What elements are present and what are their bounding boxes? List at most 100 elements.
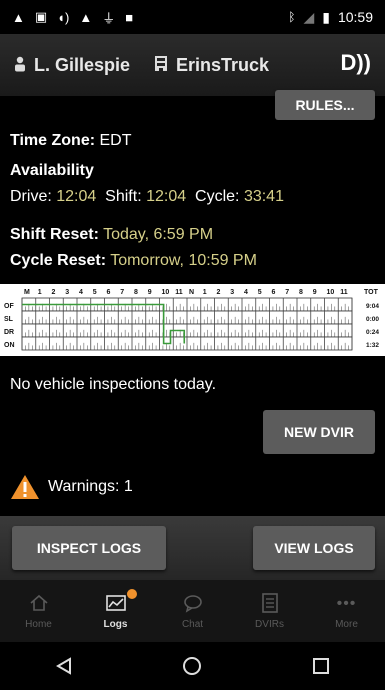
back-button[interactable] [44, 646, 84, 686]
row-label: SL [4, 316, 14, 323]
cycle-value: 33:41 [243, 188, 284, 205]
sound-icon: ◖) [57, 9, 70, 25]
nav-dvirs[interactable]: DVIRs [235, 592, 305, 630]
logs-badge [126, 588, 137, 599]
hour-label: N [189, 289, 194, 296]
hour-label: 2 [52, 289, 56, 296]
main-content: RULES... Time Zone: EDT Availability Dri… [0, 90, 385, 574]
rules-button[interactable]: RULES... [275, 90, 375, 120]
nav-home-label: Home [25, 618, 52, 630]
row-total: 9:04 [366, 303, 379, 310]
row-total: 1:32 [366, 342, 379, 349]
view-logs-button[interactable]: VIEW LOGS [253, 526, 375, 570]
cycle-reset-value: Tomorrow, 10:59 PM [110, 252, 257, 269]
hour-label: 9 [148, 289, 152, 296]
home-button[interactable] [172, 646, 212, 686]
hour-label: 1 [38, 289, 42, 296]
shift-label: Shift: [105, 188, 142, 205]
log-grid[interactable]: M 1 2 3 4 5 6 7 8 9 10 11 N 1 2 3 4 5 6 7 8 9 10 11 TOT OF 9:04 SL 0… [0, 284, 385, 356]
hour-label: 4 [79, 289, 83, 296]
dvir-icon [261, 592, 279, 615]
warnings-row[interactable]: Warnings: 1 [10, 474, 133, 500]
notification-icon: ▣ [34, 9, 48, 24]
hour-label: 2 [217, 289, 221, 296]
shift-reset-value: Today, 6:59 PM [103, 226, 214, 243]
driver-selector[interactable]: L. Gillespie [14, 55, 130, 76]
hour-label: 4 [244, 289, 248, 296]
system-nav [0, 642, 385, 690]
availability-row: Drive: 12:04 Shift: 12:04 Cycle: 33:41 [10, 188, 284, 206]
action-bar: INSPECT LOGS VIEW LOGS [0, 516, 385, 580]
warning-icon [11, 475, 39, 499]
hour-label: 5 [258, 289, 262, 296]
hour-label: 6 [107, 289, 111, 296]
app-header: L. Gillespie ErinsTruck D)) [0, 34, 385, 96]
alert-icon: ▲ [79, 9, 93, 25]
nav-home[interactable]: Home [4, 593, 74, 630]
log-grid-chart: M 1 2 3 4 5 6 7 8 9 10 11 N 1 2 3 4 5 6 7 8 9 10 11 TOT OF 9:04 SL 0… [4, 289, 379, 351]
speaker-icon[interactable]: D)) [340, 50, 371, 76]
shift-reset-label: Shift Reset: [10, 226, 99, 243]
logs-icon [105, 593, 127, 615]
hour-label: 10 [162, 289, 170, 296]
hour-label: 5 [93, 289, 97, 296]
hour-label: 10 [327, 289, 335, 296]
row-total: 0:00 [366, 316, 379, 323]
timezone-label: Time Zone: [10, 132, 96, 149]
bluetooth-icon: ᛒ [288, 10, 296, 24]
hour-label: 11 [175, 289, 183, 296]
cycle-reset-label: Cycle Reset: [10, 252, 107, 269]
hour-label: 3 [65, 289, 69, 296]
usb-icon: ⏚ [102, 10, 116, 26]
home-circle-icon [183, 657, 202, 675]
shift-reset-row: Shift Reset: Today, 6:59 PM [10, 226, 213, 244]
back-icon [56, 657, 72, 675]
status-bar: ▲ ▣ ◖) ▲ ⏚ ■ ᛒ ◢ ▮ 10:59 [0, 0, 385, 34]
nav-chat-label: Chat [181, 618, 204, 630]
alert-icon: ▲ [12, 9, 25, 25]
nav-more[interactable]: ••• More [312, 593, 382, 630]
nav-more-label: More [335, 618, 358, 630]
warnings-text: Warnings: 1 [48, 478, 133, 495]
hour-label: 7 [120, 289, 124, 296]
inspect-logs-button[interactable]: INSPECT LOGS [12, 526, 166, 570]
timezone-value: EDT [99, 132, 132, 149]
hour-label: 11 [340, 289, 348, 296]
recents-icon [312, 658, 329, 674]
truck-icon [154, 55, 168, 75]
recents-button[interactable] [301, 646, 341, 686]
hour-label: 8 [134, 289, 138, 296]
row-total: 0:24 [366, 329, 379, 336]
hour-label: 9 [313, 289, 317, 296]
no-inspections-text: No vehicle inspections today. [10, 376, 217, 393]
truck-selector[interactable]: ErinsTruck [154, 55, 269, 76]
nav-logs[interactable]: Logs [81, 588, 151, 630]
status-right-icons: ᛒ ◢ ▮ 10:59 [288, 9, 373, 26]
hour-label: 6 [272, 289, 276, 296]
hour-label: M [24, 289, 30, 296]
timezone-row: Time Zone: EDT [10, 132, 132, 150]
nav-dvirs-label: DVIRs [255, 618, 284, 630]
hour-label: 1 [203, 289, 207, 296]
hour-label: 7 [285, 289, 289, 296]
row-label: ON [4, 342, 15, 349]
shift-value: 12:04 [146, 188, 187, 205]
cycle-reset-row: Cycle Reset: Tomorrow, 10:59 PM [10, 252, 257, 270]
nav-logs-label: Logs [103, 618, 128, 630]
home-icon [29, 593, 49, 615]
status-left-icons: ▲ ▣ ◖) ▲ ⏚ ■ [12, 8, 133, 27]
new-dvir-button[interactable]: NEW DVIR [263, 410, 375, 454]
battery-icon: ▮ [322, 8, 330, 25]
more-icon: ••• [336, 594, 357, 612]
bottom-nav: Home Logs Chat DVIRs ••• More [0, 580, 385, 642]
driver-name: L. Gillespie [34, 54, 131, 75]
chat-icon [183, 593, 203, 615]
drive-label: Drive: [10, 188, 52, 205]
person-icon [14, 56, 26, 75]
signal-icon: ◢ [303, 8, 315, 25]
availability-title: Availability [10, 162, 94, 179]
drive-value: 12:04 [56, 188, 97, 205]
truck-name: ErinsTruck [176, 54, 270, 75]
row-label: DR [4, 329, 14, 336]
nav-chat[interactable]: Chat [158, 593, 228, 630]
